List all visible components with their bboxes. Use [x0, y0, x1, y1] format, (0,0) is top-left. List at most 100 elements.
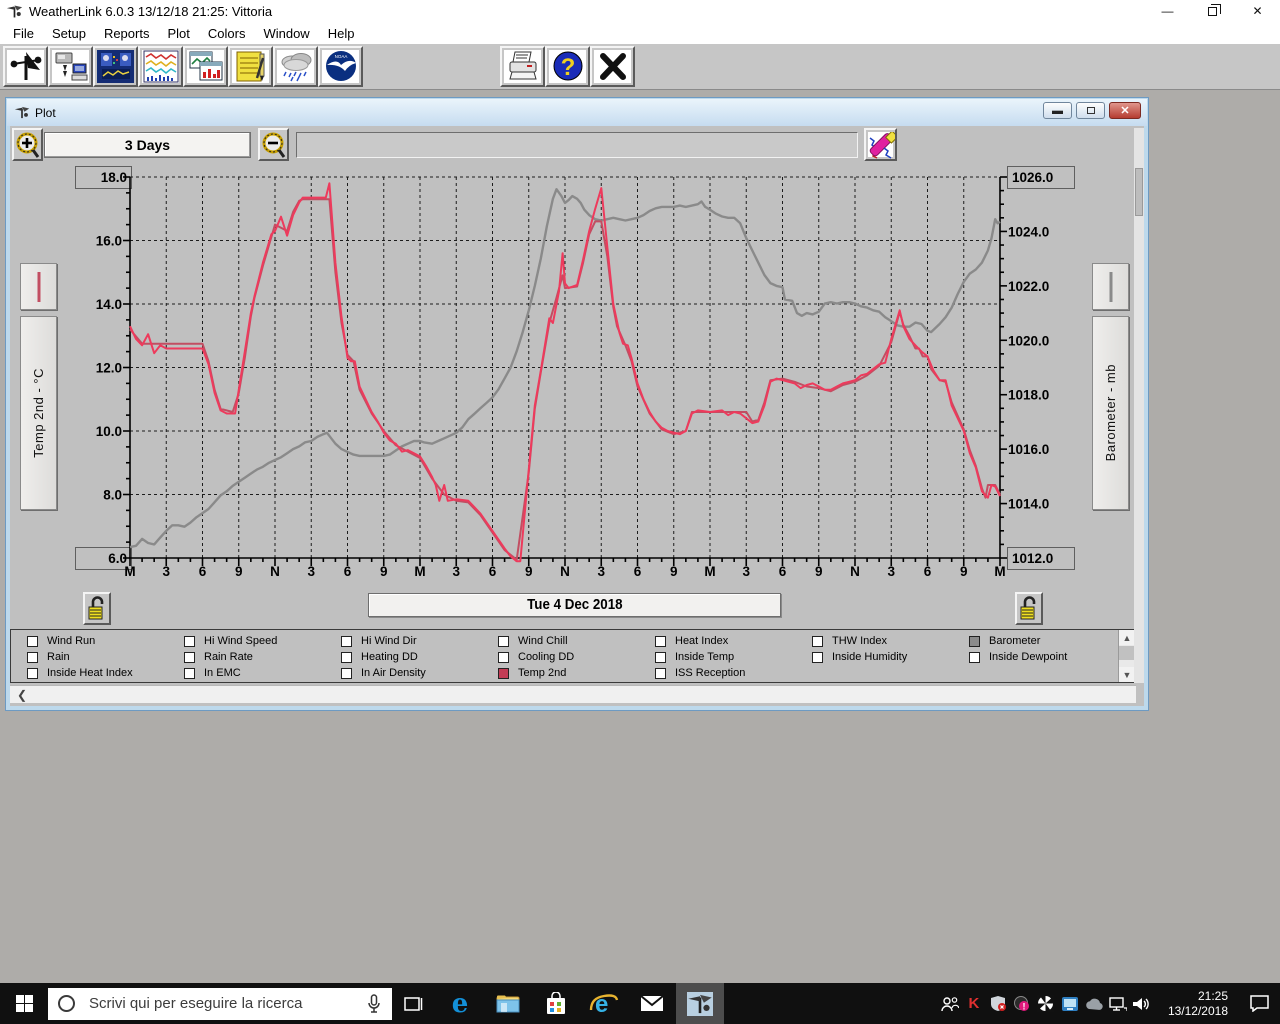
- variable-checkbox[interactable]: [341, 635, 352, 647]
- print-button[interactable]: [500, 46, 545, 87]
- variable-row[interactable]: Wind Chill: [498, 633, 655, 649]
- variable-checkbox[interactable]: [341, 667, 352, 679]
- noaa-button[interactable]: NOAA: [318, 46, 363, 87]
- variable-checkbox[interactable]: [812, 651, 823, 663]
- download-button[interactable]: [48, 46, 93, 87]
- scroll-left-icon[interactable]: ❮: [14, 687, 30, 703]
- time-range-button[interactable]: 3 Days: [44, 132, 251, 158]
- plot-minimize-button[interactable]: ▬: [1043, 102, 1072, 119]
- variable-checkbox[interactable]: [655, 635, 666, 647]
- horizontal-scrollbar[interactable]: ❮: [10, 685, 1136, 703]
- strip-chart-button[interactable]: [138, 46, 183, 87]
- left-lock-button[interactable]: [83, 592, 111, 625]
- variable-row[interactable]: Barometer: [969, 633, 1126, 649]
- variable-row[interactable]: In Air Density: [341, 665, 498, 681]
- start-button[interactable]: [0, 983, 48, 1024]
- variable-checkbox[interactable]: [27, 651, 38, 663]
- variable-checkbox[interactable]: [184, 651, 195, 663]
- station-button[interactable]: [3, 46, 48, 87]
- minimize-button[interactable]: —: [1145, 0, 1190, 22]
- variable-row[interactable]: Hi Wind Dir: [341, 633, 498, 649]
- help-button[interactable]: ?: [545, 46, 590, 87]
- search-box[interactable]: [48, 987, 392, 1020]
- scroll-up-icon[interactable]: ▲: [1119, 630, 1135, 645]
- vertical-scrollbar[interactable]: [1134, 128, 1144, 683]
- notes-button[interactable]: [228, 46, 273, 87]
- console-button[interactable]: [93, 46, 138, 87]
- variable-row[interactable]: ISS Reception: [655, 665, 812, 681]
- close-plot-button[interactable]: [590, 46, 635, 87]
- taskbar-app-store[interactable]: [532, 983, 580, 1024]
- zoom-out-button[interactable]: [258, 128, 289, 161]
- erase-plot-button[interactable]: [864, 128, 899, 161]
- variable-row[interactable]: Rain: [27, 649, 184, 665]
- menu-item[interactable]: Colors: [199, 24, 255, 43]
- menu-item[interactable]: Reports: [95, 24, 159, 43]
- plot-window-titlebar[interactable]: Plot ▬ ✕: [7, 99, 1147, 126]
- variable-row[interactable]: Inside Heat Index: [27, 665, 184, 681]
- defender-icon[interactable]: [986, 983, 1010, 1024]
- kaspersky-icon[interactable]: K: [962, 983, 986, 1024]
- clock[interactable]: 21:25 13/12/2018: [1168, 989, 1228, 1019]
- alert-badge-icon[interactable]: !: [1010, 983, 1034, 1024]
- menu-item[interactable]: Help: [319, 24, 364, 43]
- variable-checkbox[interactable]: [969, 635, 980, 647]
- variable-row[interactable]: Wind Run: [27, 633, 184, 649]
- people-icon[interactable]: [938, 983, 962, 1024]
- checkbox-scrollbar[interactable]: ▲ ▼: [1118, 630, 1135, 682]
- variable-row[interactable]: Temp 2nd: [498, 665, 655, 681]
- variable-checkbox[interactable]: [655, 651, 666, 663]
- task-view-button[interactable]: [392, 983, 436, 1024]
- variable-checkbox[interactable]: [655, 667, 666, 679]
- variable-checkbox[interactable]: [498, 635, 509, 647]
- menu-item[interactable]: Window: [254, 24, 318, 43]
- storm-button[interactable]: [273, 46, 318, 87]
- time-span-field[interactable]: [296, 132, 858, 158]
- taskbar-app-internet-explorer[interactable]: e: [580, 983, 628, 1024]
- vertical-scroll-thumb[interactable]: [1135, 168, 1143, 216]
- checkbox-scroll-thumb[interactable]: [1119, 646, 1135, 660]
- close-button[interactable]: ✕: [1235, 0, 1280, 22]
- plot-maximize-button[interactable]: [1076, 102, 1105, 119]
- remote-pc-icon[interactable]: [1058, 983, 1082, 1024]
- variable-checkbox[interactable]: [498, 651, 509, 663]
- plot-button[interactable]: [183, 46, 228, 87]
- right-lock-button[interactable]: [1015, 592, 1043, 625]
- variable-checkbox[interactable]: [184, 667, 195, 679]
- variable-row[interactable]: Hi Wind Speed: [184, 633, 341, 649]
- variable-checkbox[interactable]: [341, 651, 352, 663]
- taskbar-app-file-explorer[interactable]: [484, 983, 532, 1024]
- onedrive-icon[interactable]: [1082, 983, 1106, 1024]
- restore-button[interactable]: [1190, 0, 1235, 22]
- variable-row[interactable]: Heating DD: [341, 649, 498, 665]
- temp-line-style-button[interactable]: [20, 263, 57, 310]
- barometer-line-style-button[interactable]: [1092, 263, 1129, 310]
- variable-checkbox[interactable]: [27, 635, 38, 647]
- variable-row[interactable]: Inside Humidity: [812, 649, 969, 665]
- variable-checkbox[interactable]: [498, 667, 509, 679]
- plot-close-button[interactable]: ✕: [1109, 102, 1141, 119]
- pinwheel-icon[interactable]: [1034, 983, 1058, 1024]
- action-center-button[interactable]: [1238, 983, 1280, 1024]
- variable-row[interactable]: Cooling DD: [498, 649, 655, 665]
- variable-checkbox[interactable]: [969, 651, 980, 663]
- taskbar-app-mail[interactable]: [628, 983, 676, 1024]
- date-bar[interactable]: Tue 4 Dec 2018: [368, 593, 781, 617]
- taskbar-app-weatherlink[interactable]: [676, 983, 724, 1024]
- taskbar-app-edge[interactable]: e: [436, 983, 484, 1024]
- variable-row[interactable]: Heat Index: [655, 633, 812, 649]
- variable-checkbox[interactable]: [812, 635, 823, 647]
- chart-plot-area[interactable]: M 3 6 9 N 3 6 9 M 3 6 9 N 3 6 9 M 3 6 9 N 3 6 9 M 16.0 14.0 12.0 10.…: [70, 170, 1080, 590]
- zoom-in-button[interactable]: [12, 128, 43, 161]
- variable-row[interactable]: In EMC: [184, 665, 341, 681]
- variable-row[interactable]: THW Index: [812, 633, 969, 649]
- volume-icon[interactable]: [1130, 983, 1154, 1024]
- left-axis-title-button[interactable]: Temp 2nd - °C: [20, 316, 57, 510]
- right-axis-title-button[interactable]: Barometer - mb: [1092, 316, 1129, 510]
- search-input[interactable]: [87, 994, 366, 1013]
- microphone-icon[interactable]: [366, 993, 382, 1014]
- variable-row[interactable]: Inside Temp: [655, 649, 812, 665]
- menu-item[interactable]: File: [4, 24, 43, 43]
- variable-row[interactable]: Rain Rate: [184, 649, 341, 665]
- menu-item[interactable]: Setup: [43, 24, 95, 43]
